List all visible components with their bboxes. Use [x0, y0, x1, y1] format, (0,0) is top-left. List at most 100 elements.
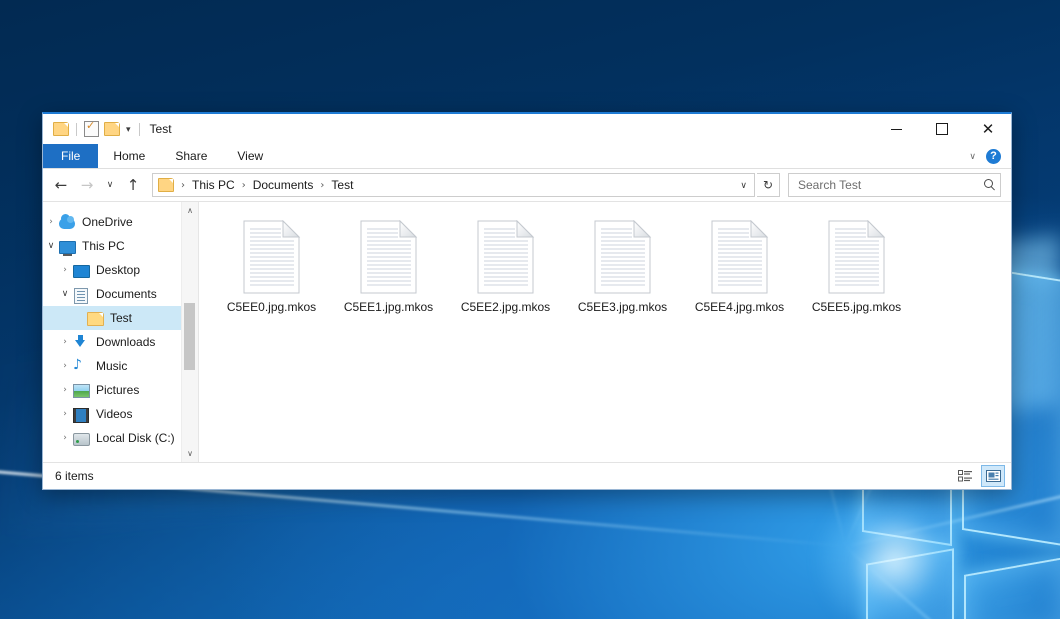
breadcrumb-item-this-pc[interactable]: This PC — [188, 176, 239, 194]
generic-document-icon — [828, 220, 886, 294]
chevron-right-icon[interactable]: › — [57, 337, 73, 347]
close-button[interactable]: ✕ — [965, 114, 1011, 144]
generic-document-icon — [243, 220, 301, 294]
properties-checkbox-icon[interactable] — [84, 121, 99, 137]
sidebar-item-label: Videos — [96, 407, 132, 421]
file-grid: C5EE0.jpg.mkos C5EE1.jpg.mkos — [213, 216, 1011, 320]
chevron-down-icon[interactable]: ∨ — [969, 152, 976, 161]
close-icon: ✕ — [982, 122, 995, 137]
navigation-pane: ›OneDrive ∨ This PC › Desktop ∨ Documents Test ›… — [43, 202, 181, 462]
documents-icon — [73, 287, 90, 302]
generic-document-icon — [360, 220, 418, 294]
chevron-right-icon[interactable]: › — [57, 265, 73, 275]
chevron-down-icon[interactable]: ∨ — [43, 241, 59, 251]
cloud-icon — [59, 215, 76, 230]
breadcrumb-item-test[interactable]: Test — [327, 176, 357, 194]
desktop-icon — [73, 263, 90, 278]
breadcrumb-item-documents[interactable]: Documents — [249, 176, 318, 194]
disk-icon — [73, 431, 90, 446]
details-view-button[interactable] — [953, 465, 977, 487]
sidebar-item-label: Local Disk (C:) — [96, 431, 175, 445]
generic-document-icon — [711, 220, 769, 294]
chevron-right-icon[interactable]: › — [57, 385, 73, 395]
sidebar-item-label: This PC — [82, 239, 125, 253]
file-item[interactable]: C5EE5.jpg.mkos — [798, 216, 915, 320]
file-item[interactable]: C5EE3.jpg.mkos — [564, 216, 681, 320]
scrollbar-thumb[interactable] — [184, 303, 195, 371]
forward-button: → — [75, 173, 99, 197]
chevron-right-icon[interactable]: › — [57, 409, 73, 419]
chevron-right-icon[interactable]: › — [57, 433, 73, 443]
tab-home[interactable]: Home — [98, 144, 160, 168]
refresh-button[interactable]: ↻ — [757, 173, 780, 197]
address-folder-icon — [158, 178, 174, 192]
status-bar: 6 items — [43, 462, 1011, 489]
sidebar-item-label: Test — [110, 311, 132, 325]
search-input[interactable] — [796, 177, 981, 193]
tab-share[interactable]: Share — [160, 144, 222, 168]
window-body: ›OneDrive ∨ This PC › Desktop ∨ Documents Test ›… — [43, 201, 1011, 462]
minimize-button[interactable] — [873, 114, 919, 144]
file-name-label: C5EE5.jpg.mkos — [812, 300, 901, 314]
search-box[interactable] — [788, 173, 1001, 197]
search-icon — [984, 179, 996, 191]
sidebar-item-documents[interactable]: ∨ Documents — [43, 282, 181, 306]
window-title: Test — [150, 122, 172, 136]
chevron-down-icon[interactable]: ∨ — [735, 180, 752, 191]
quick-access-toolbar[interactable]: ▾ — [43, 114, 142, 144]
item-count-label: 6 items — [55, 469, 94, 483]
toolbar-separator — [76, 123, 77, 136]
breadcrumb[interactable]: › This PC › Documents › Test ∨ — [152, 173, 755, 197]
view-toggle-group — [953, 465, 1005, 487]
window-controls: ✕ — [873, 114, 1011, 144]
sidebar-item-onedrive[interactable]: ›OneDrive — [43, 210, 181, 234]
download-icon — [73, 335, 90, 350]
file-name-label: C5EE1.jpg.mkos — [344, 300, 433, 314]
recent-locations-button[interactable]: ∨ — [101, 173, 119, 197]
chevron-down-icon[interactable]: ∨ — [57, 289, 73, 299]
sidebar-item-label: Pictures — [96, 383, 139, 397]
file-item[interactable]: C5EE2.jpg.mkos — [447, 216, 564, 320]
sidebar-item-music[interactable]: ›♪Music — [43, 354, 181, 378]
up-button[interactable]: ↑ — [121, 173, 145, 197]
maximize-button[interactable] — [919, 114, 965, 144]
sidebar-item-test[interactable]: Test — [43, 306, 181, 330]
sidebar-item-label: Desktop — [96, 263, 140, 277]
folder-icon[interactable] — [53, 122, 69, 136]
address-bar: ← → ∨ ↑ › This PC › Documents › Test ∨ ↻ — [43, 169, 1011, 201]
breadcrumb-separator: › — [317, 180, 327, 191]
scroll-up-button[interactable]: ∧ — [182, 202, 198, 219]
help-icon[interactable]: ? — [986, 149, 1001, 164]
sidebar-item-downloads[interactable]: › Downloads — [43, 330, 181, 354]
sidebar-item-this-pc[interactable]: ∨ This PC — [43, 234, 181, 258]
sidebar-item-videos[interactable]: › Videos — [43, 402, 181, 426]
large-icons-view-button[interactable] — [981, 465, 1005, 487]
back-button[interactable]: ← — [49, 173, 73, 197]
sidebar-item-label: Downloads — [96, 335, 155, 349]
breadcrumb-separator: › — [178, 180, 188, 191]
sidebar-item-pictures[interactable]: › Pictures — [43, 378, 181, 402]
chevron-right-icon[interactable]: › — [43, 217, 59, 227]
file-item[interactable]: C5EE0.jpg.mkos — [213, 216, 330, 320]
folder-icon — [87, 311, 104, 326]
maximize-icon — [936, 123, 948, 135]
title-bar[interactable]: ▾ Test ✕ — [43, 114, 1011, 144]
file-list-pane[interactable]: C5EE0.jpg.mkos C5EE1.jpg.mkos — [198, 202, 1011, 462]
tab-view[interactable]: View — [222, 144, 278, 168]
file-name-label: C5EE0.jpg.mkos — [227, 300, 316, 314]
breadcrumb-separator: › — [239, 180, 249, 191]
generic-document-icon — [594, 220, 652, 294]
sidebar-item-desktop[interactable]: › Desktop — [43, 258, 181, 282]
chevron-right-icon[interactable]: › — [57, 361, 73, 371]
tab-file[interactable]: File — [43, 144, 98, 168]
sidebar-item-label: Documents — [96, 287, 157, 301]
new-folder-icon[interactable] — [104, 122, 120, 136]
file-item[interactable]: C5EE4.jpg.mkos — [681, 216, 798, 320]
videos-icon — [73, 407, 90, 422]
sidebar-item-local-disk-c[interactable]: › Local Disk (C:) — [43, 426, 181, 450]
file-item[interactable]: C5EE1.jpg.mkos — [330, 216, 447, 320]
chevron-down-icon[interactable]: ▾ — [125, 125, 132, 134]
scrollbar-track[interactable] — [182, 219, 198, 445]
scroll-down-button[interactable]: ∨ — [182, 445, 198, 462]
navigation-scrollbar[interactable]: ∧ ∨ — [181, 202, 198, 462]
